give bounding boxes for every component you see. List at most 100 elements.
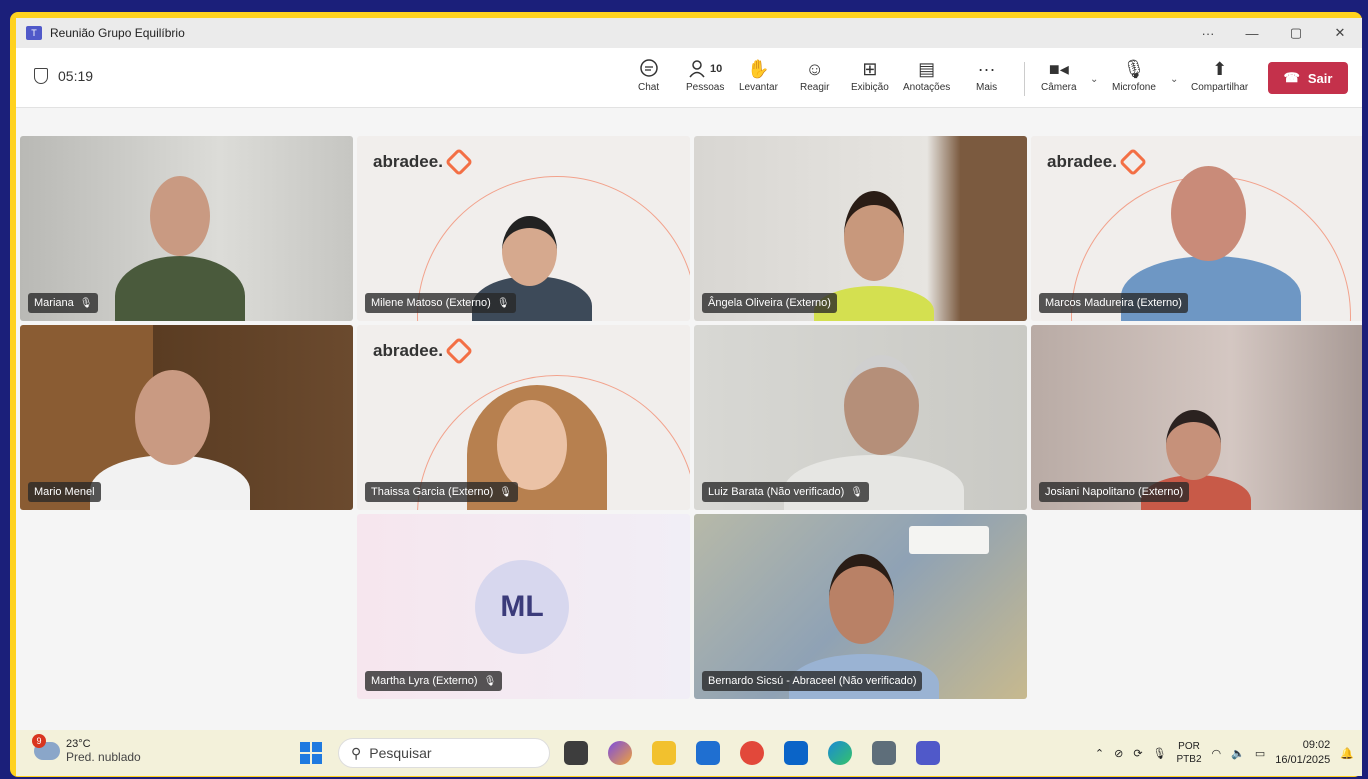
participant-name-label: Marcos Madureira (Externo) [1039,293,1188,313]
mic-muted-icon: 🎙 [496,297,510,309]
notes-label: Anotações [903,82,951,93]
sync-icon[interactable]: ⟳ [1133,747,1142,760]
search-placeholder: Pesquisar [369,745,432,761]
copilot-icon[interactable] [608,741,632,765]
participant-face [1171,166,1246,261]
participant-face [844,355,919,455]
participant-tile[interactable]: abradee. Milene Matoso (Externo) 🎙 [357,136,690,321]
view-button[interactable]: ⊞ Exibição [851,56,889,102]
share-icon: ⬆ [1212,58,1228,79]
notifications-icon[interactable]: 🔔 [1340,747,1354,760]
participant-name: Josiani Napolitano (Externo) [1045,486,1184,498]
raise-label: Levantar [739,82,778,93]
teams-taskbar-icon[interactable] [916,741,940,765]
clock-time: 09:02 [1302,739,1331,751]
participant-face [502,216,557,286]
mic-muted-icon: 🎙 [483,675,497,687]
outlook-icon[interactable] [784,741,808,765]
share-label: Compartilhar [1191,82,1249,93]
tray-app-icon[interactable]: ⊘ [1114,747,1123,760]
participant-tile[interactable]: Luiz Barata (Não verificado) 🎙 [694,325,1027,510]
leave-button[interactable]: ☎ Sair [1268,62,1348,94]
clock[interactable]: 09:02 16/01/2025 [1275,738,1330,768]
participant-name-label: Thaissa Garcia (Externo) 🎙 [365,482,518,502]
camera-options-chevron-icon[interactable]: ⌄ [1090,74,1098,85]
participant-face [844,191,904,281]
notification-badge: 9 [32,734,46,748]
participant-name: Martha Lyra (Externo) [371,675,478,687]
raise-hand-button[interactable]: ✋ Levantar [739,56,778,102]
participant-tile[interactable]: abradee. Marcos Madureira (Externo) [1031,136,1362,321]
mic-off-icon: 🎙 [1122,58,1146,79]
system-tray: ⌃ ⊘ ⟳ 🎙 POR PTB2 ◠ 🔈 ▭ 09:02 16/01/2025 … [1095,734,1354,772]
title-bar: T Reunião Grupo Equilíbrio ··· — ▢ ✕ [16,18,1362,48]
window-controls: ··· — ▢ ✕ [1186,18,1362,48]
notes-button[interactable]: ▤ Anotações [903,56,950,102]
mic-muted-tray-icon[interactable]: 🎙 [1153,747,1167,760]
participant-name: Marcos Madureira (Externo) [1045,297,1182,309]
camera-icon: ■◂ [1048,58,1069,79]
cloud-icon: 9 [32,734,60,760]
edge-browser-icon[interactable] [828,741,852,765]
participant-face [829,554,894,644]
windows-start-button[interactable] [300,742,322,764]
minimize-button[interactable]: — [1230,18,1274,48]
chat-button[interactable]: Chat [638,56,659,102]
chat-label: Chat [638,82,660,93]
mail-icon[interactable] [696,741,720,765]
weather-widget[interactable]: 9 23°C Pred. nublado [32,734,141,764]
more-options-icon[interactable]: ··· [1186,18,1230,48]
smiley-icon: ☺ [805,58,824,79]
participant-tile[interactable]: Ângela Oliveira (Externo) [694,136,1027,321]
participant-tile[interactable]: Mariana 🎙 [20,136,353,321]
camera-label: Câmera [1041,82,1077,93]
teams-app-icon: T [26,26,42,40]
participant-tile[interactable]: Mario Menel [20,325,353,510]
wifi-icon[interactable]: ◠ [1212,747,1222,760]
react-button[interactable]: ☺ Reagir [800,56,829,102]
share-button[interactable]: ⬆ Compartilhar [1191,56,1248,102]
participant-name: Thaissa Garcia (Externo) [371,486,494,498]
people-label: Pessoas [686,82,725,93]
chevron-up-icon[interactable]: ⌃ [1095,747,1104,760]
task-view-icon[interactable] [564,741,588,765]
participant-name-label: Ângela Oliveira (Externo) [702,293,837,313]
mic-options-chevron-icon[interactable]: ⌄ [1170,74,1178,85]
timer-text: 05:19 [58,68,94,84]
grid-view-icon: ⊞ [862,58,878,79]
participant-name-label: Josiani Napolitano (Externo) [1039,482,1190,502]
file-explorer-icon[interactable] [652,741,676,765]
view-label: Exibição [851,82,889,93]
restore-button[interactable]: ▢ [1274,18,1318,48]
taskbar-search[interactable]: ⚲ Pesquisar [338,738,550,768]
camera-button[interactable]: ■◂ Câmera [1041,56,1077,102]
meeting-timer: 05:19 [34,68,93,84]
participant-video [115,256,245,321]
abradee-logo: abradee. [373,336,474,366]
participant-name: Mario Menel [34,486,95,498]
people-button[interactable]: 10 Pessoas [686,56,724,102]
participant-avatar: ML [475,560,569,654]
participant-name: Luiz Barata (Não verificado) [708,486,845,498]
volume-icon[interactable]: 🔈 [1231,747,1245,760]
more-button[interactable]: ··· Mais [976,56,997,102]
language-indicator[interactable]: POR PTB2 [1177,740,1202,766]
close-button[interactable]: ✕ [1318,18,1362,48]
battery-icon[interactable]: ▭ [1255,747,1265,760]
participant-tile[interactable]: ML Martha Lyra (Externo) 🎙 [357,514,690,699]
mic-muted-icon: 🎙 [79,297,93,309]
microphone-button[interactable]: 🎙 Microfone [1112,56,1156,102]
participant-name-label: Bernardo Sicsú - Abraceel (Não verificad… [702,671,923,691]
participant-name: Mariana [34,297,74,309]
calculator-icon[interactable] [872,741,896,765]
phone-hangup-icon: ☎ [1283,70,1300,85]
participant-tile[interactable]: Bernardo Sicsú - Abraceel (Não verificad… [694,514,1027,699]
participant-face [497,400,567,490]
participant-tile[interactable]: abradee. Thaissa Garcia (Externo) 🎙 [357,325,690,510]
app-icon[interactable] [740,741,764,765]
weather-description: Pred. nublado [66,750,141,764]
participant-name: Ângela Oliveira (Externo) [708,297,831,309]
participant-tile[interactable]: Josiani Napolitano (Externo) [1031,325,1362,510]
participant-name-label: Martha Lyra (Externo) 🎙 [365,671,503,691]
participant-name: Milene Matoso (Externo) [371,297,491,309]
